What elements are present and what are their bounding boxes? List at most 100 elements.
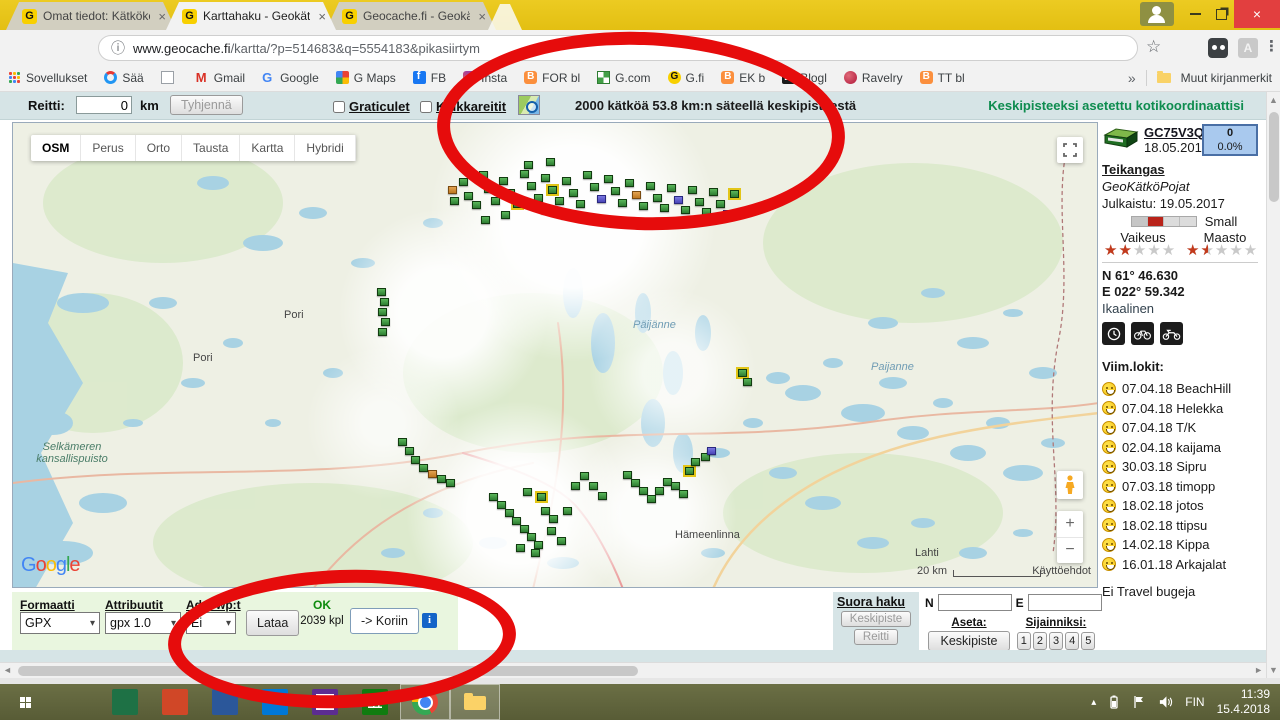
cache-marker[interactable]: [499, 177, 508, 185]
cache-marker[interactable]: [419, 464, 428, 472]
n-input[interactable]: [938, 594, 1012, 611]
cache-marker[interactable]: [555, 197, 564, 205]
bookmark-item[interactable]: Ravelry: [844, 71, 903, 85]
cache-marker[interactable]: [611, 187, 620, 195]
cache-marker[interactable]: [562, 177, 571, 185]
taskbar-app-button[interactable]: [100, 684, 150, 720]
other-bookmarks-label[interactable]: Muut kirjanmerkit: [1181, 71, 1272, 85]
cache-marker[interactable]: [639, 202, 648, 210]
new-tab-button[interactable]: [488, 4, 522, 30]
log-entry[interactable]: 07.04.18 BeachHill: [1102, 379, 1266, 399]
bookmark-item[interactable]: Sää: [104, 71, 143, 85]
cache-marker[interactable]: [459, 178, 468, 186]
browser-tab[interactable]: G Geocache.fi - Geokätköil ×: [326, 2, 496, 30]
cache-marker[interactable]: [527, 533, 536, 541]
map-layer-button[interactable]: Hybridi: [295, 135, 355, 161]
taskbar-app-button[interactable]: [400, 684, 450, 720]
cache-marker[interactable]: [709, 188, 718, 196]
cache-marker[interactable]: [674, 196, 683, 204]
taskbar-app-button[interactable]: [450, 684, 500, 720]
bookmark-item[interactable]: TT bl: [920, 71, 965, 85]
cache-marker[interactable]: [604, 175, 613, 183]
bookmark-item[interactable]: EK b: [721, 71, 765, 85]
cache-marker[interactable]: [601, 216, 610, 224]
bookmark-item[interactable]: Sovellukset: [8, 71, 87, 85]
cache-marker[interactable]: [695, 198, 704, 206]
slot-button[interactable]: 1: [1017, 632, 1031, 650]
cache-marker[interactable]: [523, 488, 532, 496]
cache-marker[interactable]: [472, 201, 481, 209]
log-entry[interactable]: 16.01.18 Arkajalat: [1102, 555, 1266, 575]
log-entry[interactable]: 07.04.18 Helekka: [1102, 399, 1266, 419]
cache-marker[interactable]: [557, 537, 566, 545]
minimize-button[interactable]: [1182, 1, 1208, 27]
log-entry[interactable]: 18.02.18 jotos: [1102, 496, 1266, 516]
cache-marker[interactable]: [377, 288, 386, 296]
bookmark-item[interactable]: [161, 71, 179, 84]
sled-routes-checkbox[interactable]: [420, 101, 432, 113]
bookmark-star-icon[interactable]: ☆: [1146, 37, 1161, 57]
zoom-in-button[interactable]: +: [1057, 511, 1083, 538]
cache-marker[interactable]: [723, 210, 732, 218]
map-preview-icon[interactable]: [518, 95, 540, 115]
cache-marker[interactable]: [484, 185, 493, 193]
slot-button[interactable]: 3: [1049, 632, 1063, 650]
taskbar-app-button[interactable]: [200, 684, 250, 720]
bookmark-item[interactable]: G.com: [597, 71, 650, 85]
sled-routes-label[interactable]: Kelkkareitit: [436, 99, 506, 114]
motorcycle-icon[interactable]: [1160, 322, 1183, 345]
cache-marker[interactable]: [527, 182, 536, 190]
restore-button[interactable]: [1208, 1, 1234, 27]
cache-marker[interactable]: [571, 482, 580, 490]
home-coordinates-status[interactable]: Keskipisteeksi asetettu kotikoordinaatti…: [988, 98, 1244, 113]
cache-marker[interactable]: [534, 541, 543, 549]
cache-marker[interactable]: [541, 206, 550, 214]
tab-close-icon[interactable]: ×: [316, 9, 328, 24]
cache-marker[interactable]: [479, 171, 488, 179]
vertical-scroll-thumb[interactable]: [1269, 112, 1279, 202]
log-entry[interactable]: 14.02.18 Kippa: [1102, 535, 1266, 555]
taskbar-app-button[interactable]: [350, 684, 400, 720]
cache-marker[interactable]: [381, 318, 390, 326]
cache-marker[interactable]: [505, 509, 514, 517]
taskbar-clock[interactable]: 11:39 15.4.2018: [1217, 687, 1270, 717]
log-entry[interactable]: 02.04.18 kaijama: [1102, 438, 1266, 458]
browser-tab[interactable]: G Karttahaku - Geokätköily ×: [166, 2, 336, 30]
set-center-button[interactable]: Keskipiste: [928, 631, 1011, 651]
cache-marker[interactable]: [497, 501, 506, 509]
cache-marker[interactable]: [537, 493, 546, 501]
scroll-up-icon[interactable]: ▲: [1269, 95, 1278, 105]
waypoints-select[interactable]: Ei▾: [186, 612, 236, 634]
extension-icon[interactable]: [1208, 38, 1228, 58]
cache-marker[interactable]: [691, 458, 700, 466]
fullscreen-button[interactable]: [1057, 137, 1083, 163]
cache-marker[interactable]: [548, 186, 557, 194]
volume-icon[interactable]: [1158, 695, 1173, 709]
browser-menu-icon[interactable]: ⋮: [1264, 37, 1279, 55]
cache-marker[interactable]: [569, 189, 578, 197]
tray-expand-icon[interactable]: ▴: [1091, 697, 1096, 708]
log-entry[interactable]: 07.04.18 T/K: [1102, 418, 1266, 438]
cache-marker[interactable]: [506, 189, 515, 197]
cache-marker[interactable]: [561, 211, 570, 219]
cache-marker[interactable]: [681, 206, 690, 214]
horizontal-scroll-thumb[interactable]: [18, 666, 638, 676]
cache-marker[interactable]: [524, 161, 533, 169]
attributes-select[interactable]: gpx 1.0▾: [105, 612, 181, 634]
cache-marker[interactable]: [679, 490, 688, 498]
horizontal-scrollbar[interactable]: ◄ ►: [0, 662, 1266, 678]
scroll-left-icon[interactable]: ◄: [3, 665, 12, 675]
cache-marker[interactable]: [378, 308, 387, 316]
page-info-icon[interactable]: ⓘ: [111, 38, 125, 58]
cache-marker[interactable]: [702, 208, 711, 216]
map-layer-button[interactable]: Orto: [136, 135, 182, 161]
taskbar-app-button[interactable]: [50, 684, 100, 720]
cache-marker[interactable]: [513, 200, 522, 208]
cache-marker[interactable]: [547, 527, 556, 535]
cache-marker[interactable]: [667, 184, 676, 192]
time-icon[interactable]: [1102, 322, 1125, 345]
map-layer-button[interactable]: Kartta: [240, 135, 295, 161]
browser-tab[interactable]: G Omat tiedot: Kätkökorit ×: [6, 2, 176, 30]
cache-marker[interactable]: [446, 479, 455, 487]
slot-button[interactable]: 2: [1033, 632, 1047, 650]
